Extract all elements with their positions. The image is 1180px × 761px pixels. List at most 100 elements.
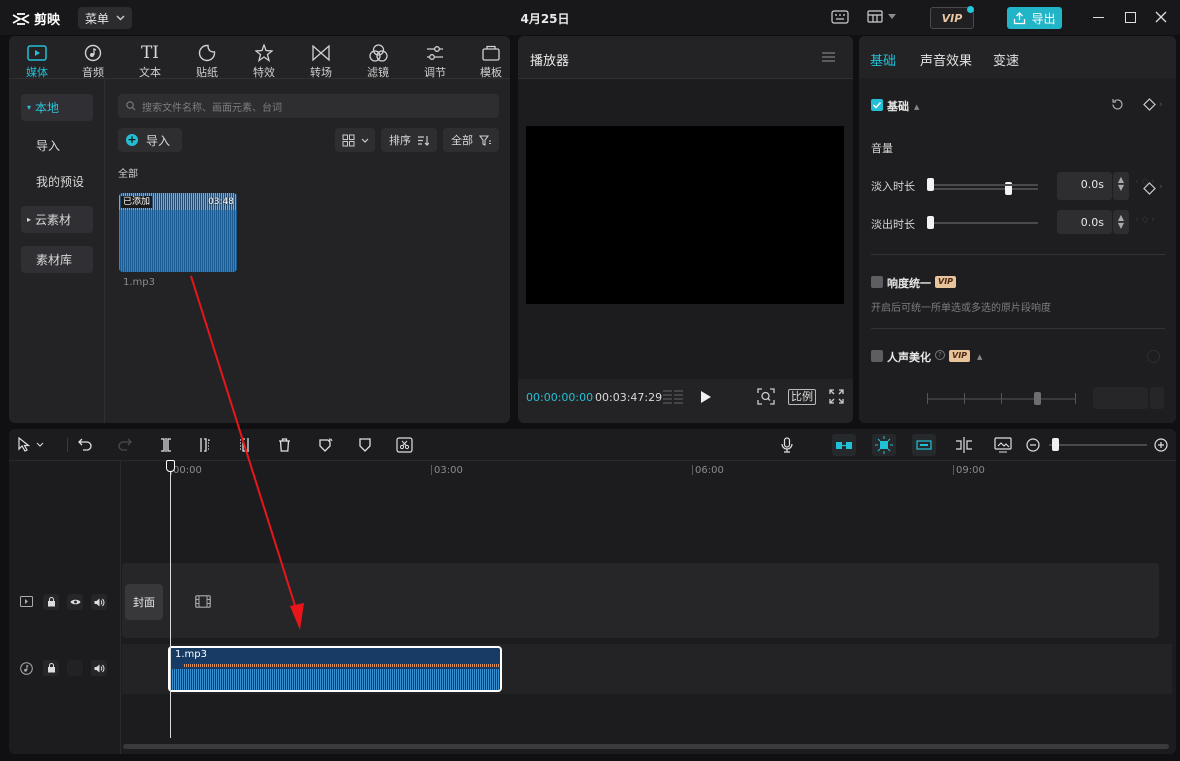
playhead[interactable]	[170, 461, 171, 738]
sidebar-item-library[interactable]: 素材库	[21, 246, 93, 273]
filter-button[interactable]: 全部	[443, 128, 499, 152]
fade-in-keyframe-icon: ‹ ◇ ›	[1135, 177, 1155, 187]
player-menu-icon[interactable]	[822, 52, 835, 62]
select-tool-button[interactable]	[18, 437, 44, 452]
split-button[interactable]	[159, 438, 173, 452]
shortcut-icon[interactable]	[831, 10, 849, 24]
close-button[interactable]	[1155, 11, 1167, 23]
sort-button[interactable]: 排序	[381, 128, 437, 152]
tab-speed[interactable]: 变速	[993, 50, 1019, 69]
lock-icon	[47, 597, 55, 607]
tab-transition[interactable]: 转场	[297, 42, 345, 80]
sidebar-item-local[interactable]: ▾ 本地	[21, 94, 93, 121]
maximize-button[interactable]	[1125, 12, 1136, 23]
import-button[interactable]: + 导入	[118, 128, 182, 152]
collapse-arrow-icon[interactable]: ▲	[914, 103, 919, 111]
auto-cut-button[interactable]	[396, 437, 413, 453]
voice-beautify-checkbox[interactable]	[871, 350, 883, 362]
playhead-handle[interactable]	[166, 460, 175, 472]
tab-template[interactable]: 模板	[469, 42, 513, 80]
ratio-button[interactable]: 比例	[788, 389, 816, 405]
layout-switch[interactable]	[867, 10, 896, 23]
audio-icon	[84, 44, 102, 62]
redo-button[interactable]	[118, 438, 132, 451]
timeline-scrollbar[interactable]	[123, 744, 1169, 749]
volume-slider[interactable]	[927, 188, 1038, 190]
delete-button[interactable]	[278, 438, 291, 452]
check-icon	[872, 101, 882, 109]
sidebar-item-cloud[interactable]: ▸ 云素材	[21, 206, 93, 233]
zoom-slider-knob[interactable]	[1052, 438, 1059, 451]
main-track-magnet-button[interactable]	[832, 434, 856, 456]
undo-button[interactable]	[78, 438, 92, 451]
trim-left-button[interactable]	[199, 438, 211, 452]
tab-media[interactable]: 媒体	[13, 42, 61, 80]
cover-button[interactable]: 封面	[125, 584, 163, 620]
export-button[interactable]: 导出	[1007, 7, 1062, 29]
zoom-slider[interactable]	[1049, 444, 1147, 446]
fade-out-slider[interactable]	[927, 222, 1038, 224]
zoom-fit-button[interactable]	[757, 388, 775, 405]
vip-chip: VIP	[949, 350, 971, 362]
video-lock-button[interactable]	[43, 594, 59, 610]
tab-audio[interactable]: 音频	[69, 42, 117, 80]
zoom-in-button[interactable]	[1154, 438, 1168, 452]
fade-in-slider-knob[interactable]	[927, 178, 934, 191]
voice-strength-ticks	[927, 393, 1076, 404]
fade-out-slider-knob[interactable]	[927, 216, 934, 229]
tab-effects[interactable]: 特效	[240, 42, 288, 80]
tab-filter[interactable]: 滤镜	[354, 42, 402, 80]
tab-basic[interactable]: 基础	[870, 50, 896, 69]
audio-mute-button[interactable]	[91, 660, 107, 676]
fade-out-stepper[interactable]: ▲ ▼	[1113, 210, 1129, 234]
view-mode-button[interactable]	[335, 128, 375, 152]
loudness-checkbox[interactable]	[871, 276, 883, 288]
media-item[interactable]: 已添加 03:48	[119, 193, 237, 272]
thumbnail-button[interactable]	[994, 437, 1012, 453]
speaker-icon	[94, 598, 104, 606]
video-mute-button[interactable]	[91, 594, 107, 610]
main-video-track[interactable]	[122, 563, 1159, 638]
tab-text[interactable]: TI 文本	[126, 42, 174, 80]
play-button[interactable]	[700, 390, 712, 404]
sidebar-item-import[interactable]: 导入	[21, 132, 93, 159]
fade-out-keyframe-icon: ‹ ◇ ›	[1135, 215, 1155, 225]
fullscreen-button[interactable]	[829, 389, 844, 404]
sidebar-item-presets[interactable]: 我的预设	[21, 168, 93, 195]
fade-out-value-field[interactable]: 0.0s	[1057, 210, 1112, 234]
fade-in-stepper[interactable]: ▲ ▼	[1113, 172, 1129, 196]
expand-arrow-icon: ▸	[27, 215, 32, 224]
tab-sticker[interactable]: 贴纸	[183, 42, 231, 80]
timeline-thumb-icon[interactable]	[662, 389, 684, 405]
preview-axis-icon	[956, 437, 972, 453]
info-icon[interactable]: ?	[935, 350, 945, 360]
audio-clip[interactable]: 1.mp3	[168, 646, 502, 692]
freeze-button[interactable]	[318, 438, 333, 452]
search-input[interactable]: 搜索文件名称、画面元素、台词	[118, 94, 499, 118]
voice-strength-field	[1093, 387, 1148, 409]
lock-icon	[47, 663, 55, 673]
audio-lock-button[interactable]	[43, 660, 59, 676]
trim-right-button[interactable]	[238, 438, 250, 452]
next-keyframe-icon[interactable]: ›	[1159, 182, 1163, 192]
video-visibility-button[interactable]	[67, 594, 83, 610]
reset-button[interactable]	[1111, 98, 1124, 111]
timeline-panel: 00:00 03:00 06:00 09:00 封面 1.mp3	[9, 429, 1176, 754]
keyframe-button[interactable]	[1143, 98, 1156, 111]
fade-in-value-field[interactable]: 0.0s	[1057, 172, 1112, 196]
preview-axis-button[interactable]	[955, 437, 973, 453]
auto-snap-button[interactable]	[872, 434, 896, 456]
preview-screen[interactable]	[526, 126, 844, 304]
search-placeholder: 搜索文件名称、画面元素、台词	[142, 102, 282, 114]
next-keyframe-icon[interactable]: ›	[1159, 100, 1163, 110]
basic-checkbox[interactable]	[871, 99, 883, 111]
zoom-out-button[interactable]	[1026, 438, 1040, 452]
tab-adjust[interactable]: 调节	[411, 42, 459, 80]
minimize-button[interactable]	[1093, 17, 1104, 18]
linkage-button[interactable]	[912, 434, 936, 456]
marker-button[interactable]	[359, 438, 371, 452]
fade-in-slider[interactable]	[927, 184, 1038, 186]
collapse-arrow-icon[interactable]: ▲	[977, 353, 982, 361]
record-voice-button[interactable]	[781, 437, 793, 453]
tab-sound-effects[interactable]: 声音效果	[920, 50, 972, 69]
